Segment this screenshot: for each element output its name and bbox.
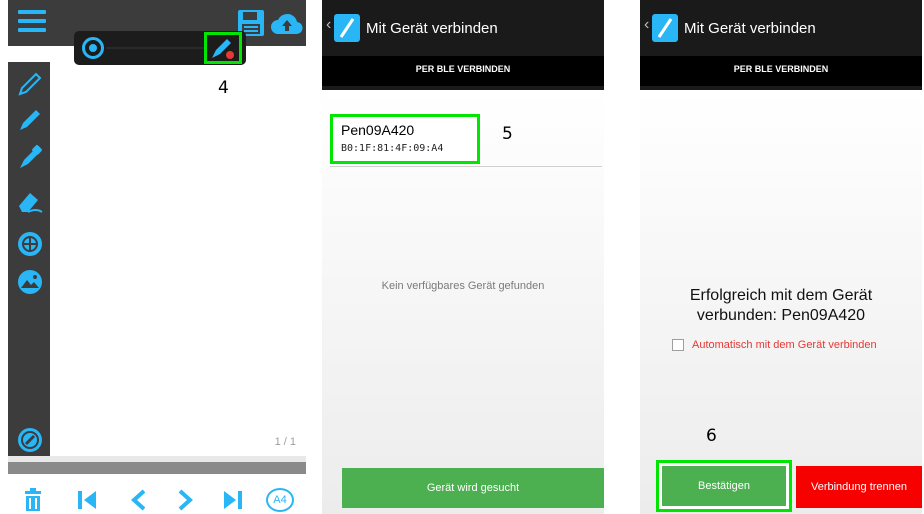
tab-bar: PER BLE VERBINDEN — [640, 56, 922, 90]
tab-ble[interactable]: PER BLE VERBINDEN — [322, 56, 604, 86]
auto-connect-label: Automatisch mit dem Gerät verbinden — [692, 339, 877, 351]
pen-connect-button[interactable] — [204, 32, 242, 64]
dropper-pen-icon[interactable] — [16, 144, 44, 172]
app-logo-icon[interactable] — [652, 14, 678, 42]
image-icon[interactable] — [16, 268, 44, 296]
pen-icon[interactable] — [16, 106, 44, 134]
success-line-1: Erfolgreich mit dem Gerät — [689, 287, 873, 304]
confirm-highlight: Bestätigen — [656, 460, 792, 512]
paper-size-button[interactable]: A4 — [266, 488, 294, 512]
auto-connect-checkbox[interactable] — [672, 339, 684, 351]
size-slider-track[interactable] — [106, 47, 206, 49]
next-page-icon[interactable] — [172, 488, 198, 512]
bottom-toolbar: A4 — [8, 484, 306, 514]
screen-title: Mit Gerät verbinden — [684, 20, 816, 37]
first-page-icon[interactable] — [74, 488, 100, 512]
tab-bar: PER BLE VERBINDEN — [322, 56, 604, 90]
device-name: Pen09A420 — [341, 122, 415, 138]
step-6-label: 6 — [706, 426, 717, 446]
target-icon[interactable] — [16, 230, 44, 258]
tab-ble[interactable]: PER BLE VERBINDEN — [640, 56, 922, 86]
connection-result: Erfolgreich mit dem Gerät verbunden: Pen… — [640, 90, 922, 514]
device-list: Pen09A420 B0:1F:81:4F:09:A4 Kein verfügb… — [322, 90, 604, 514]
status-strip — [8, 462, 306, 474]
confirm-button[interactable]: Bestätigen — [662, 466, 786, 506]
prev-page-icon[interactable] — [126, 488, 152, 512]
device-list-item[interactable]: Pen09A420 B0:1F:81:4F:09:A4 — [330, 114, 480, 164]
screen-title: Mit Gerät verbinden — [366, 20, 498, 37]
auto-connect-option[interactable]: Automatisch mit dem Gerät verbinden — [672, 338, 877, 352]
connect-icon[interactable] — [16, 426, 44, 454]
tutorial-screenshot: 1 / 1 A4 4 ‹ Mit Gerät verbinden PER BLE… — [0, 0, 924, 514]
back-icon[interactable]: ‹ — [326, 16, 331, 34]
canvas-left-strip — [8, 46, 50, 62]
eraser-icon[interactable] — [16, 188, 44, 216]
app-logo-icon[interactable] — [334, 14, 360, 42]
menu-icon[interactable] — [18, 10, 46, 34]
last-page-icon[interactable] — [220, 488, 246, 512]
page-indicator: 1 / 1 — [274, 436, 296, 448]
cloud-upload-icon[interactable] — [270, 10, 304, 36]
app-header: ‹ Mit Gerät verbinden — [322, 0, 604, 56]
divider — [330, 166, 602, 167]
size-slider-knob[interactable] — [82, 37, 104, 59]
empty-message: Kein verfügbares Gerät gefunden — [381, 280, 545, 292]
ble-scan-screen: ‹ Mit Gerät verbinden PER BLE VERBINDEN … — [322, 0, 604, 514]
device-address: B0:1F:81:4F:09:A4 — [341, 143, 444, 154]
step-5-label: 5 — [502, 124, 513, 144]
search-devices-button[interactable]: Gerät wird gesucht — [342, 468, 604, 508]
tool-sidebar — [8, 62, 50, 462]
app-header: ‹ Mit Gerät verbinden — [640, 0, 922, 56]
success-message: Erfolgreich mit dem Gerät verbunden: Pen… — [640, 286, 922, 326]
success-line-2: verbunden: Pen09A420 — [696, 307, 866, 324]
disconnect-button[interactable]: Verbindung trennen — [796, 466, 922, 508]
pen-icon — [212, 39, 234, 59]
trash-icon[interactable] — [20, 488, 46, 512]
ble-connected-screen: ‹ Mit Gerät verbinden PER BLE VERBINDEN … — [640, 0, 922, 514]
back-icon[interactable]: ‹ — [644, 16, 649, 34]
drawing-canvas[interactable]: 1 / 1 — [50, 46, 306, 456]
step-4-label: 4 — [218, 78, 229, 98]
pencil-icon[interactable] — [16, 70, 44, 98]
drawing-app-screen: 1 / 1 A4 4 — [8, 0, 306, 514]
